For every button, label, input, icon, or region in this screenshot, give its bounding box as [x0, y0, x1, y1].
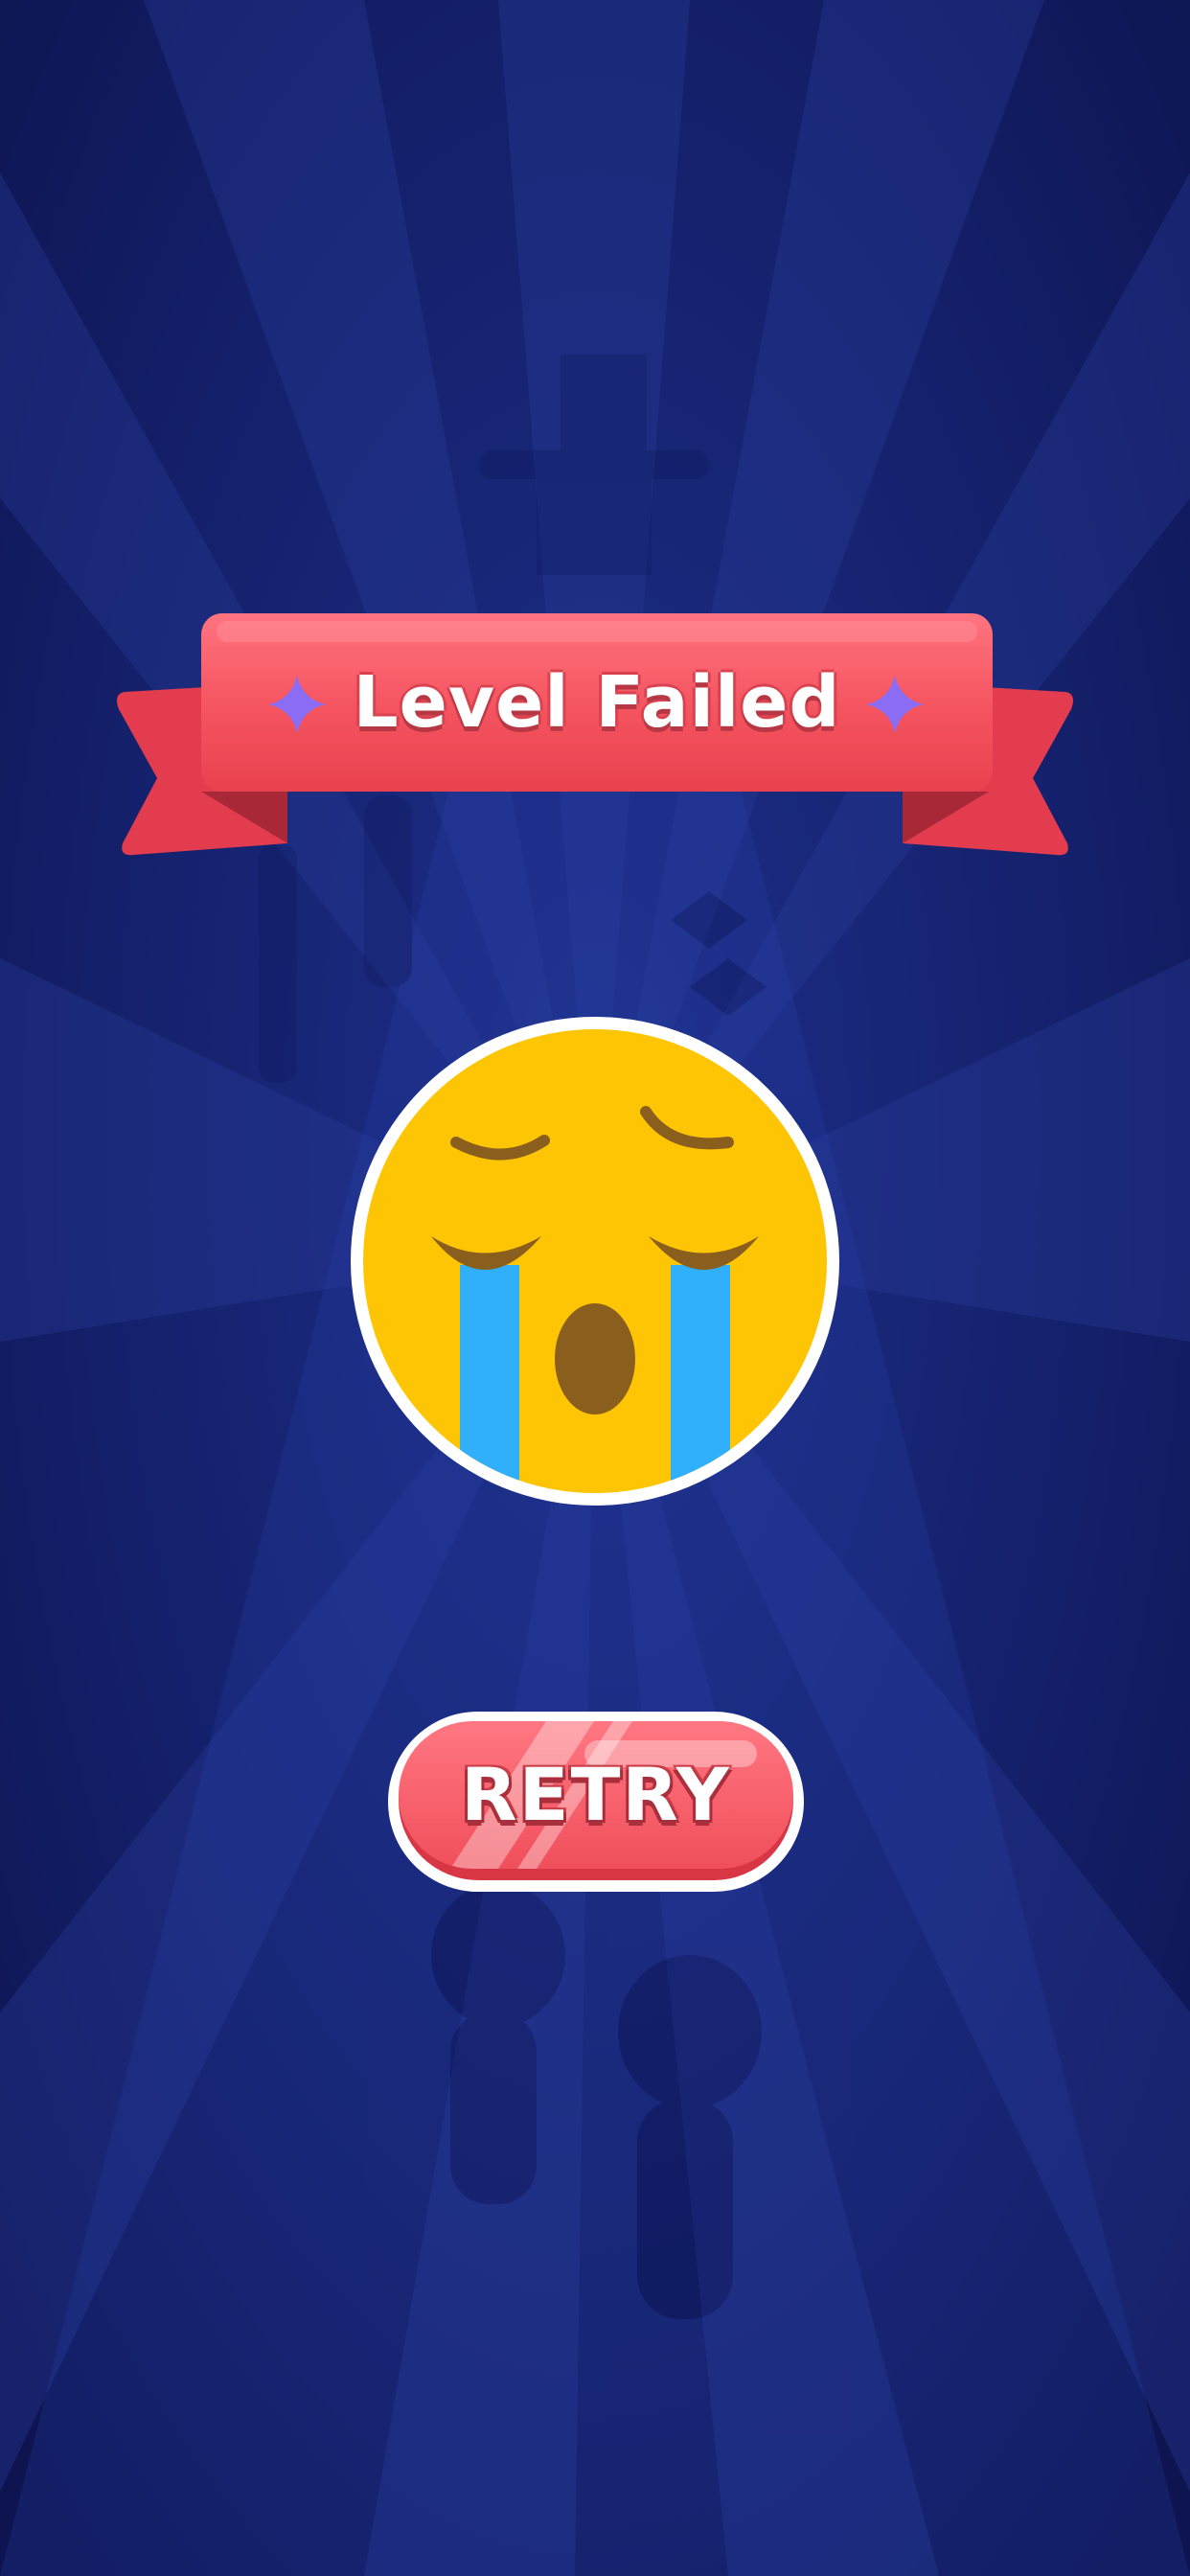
level-failed-title: Level Failed: [353, 660, 841, 744]
game-scene: [0, 0, 1190, 2576]
retry-button[interactable]: [388, 1712, 804, 1892]
